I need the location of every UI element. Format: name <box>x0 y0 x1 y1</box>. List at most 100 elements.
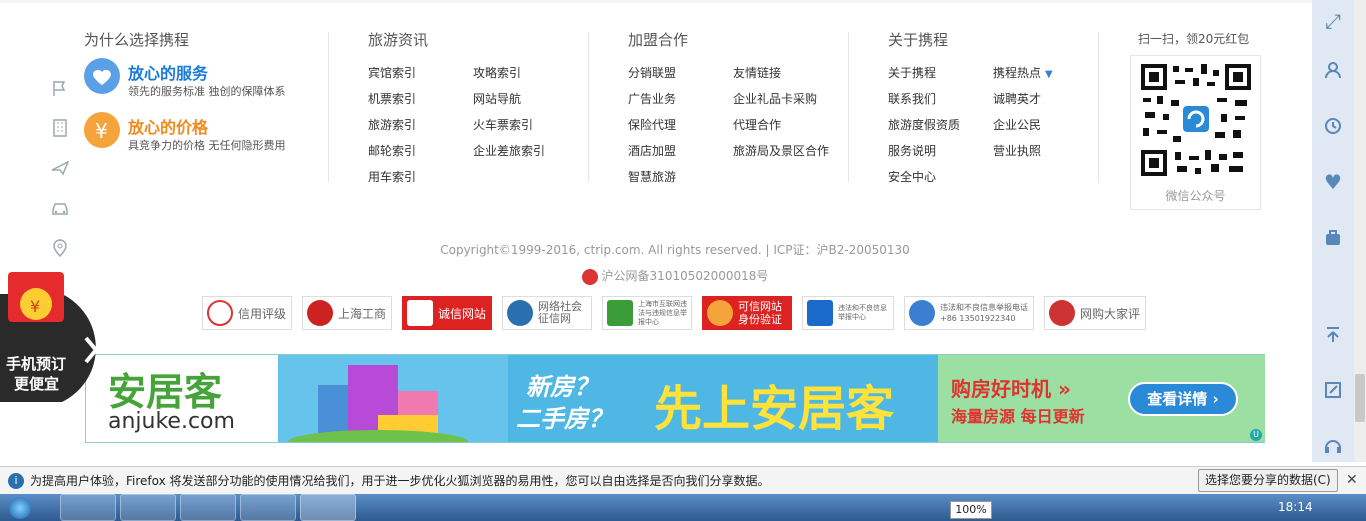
trusted-site-badge[interactable]: 诚信网站 <box>402 296 492 330</box>
column-divider <box>1098 32 1099 182</box>
link-security[interactable]: 安全中心 <box>888 168 936 185</box>
banner-cta-button[interactable]: 查看详情 › <box>1128 382 1238 416</box>
taskbar-eraser-icon[interactable] <box>180 494 236 521</box>
link-qualification[interactable]: 旅游度假资质 <box>888 116 960 133</box>
police-record: 沪公网备31010502000018号 <box>0 267 1350 285</box>
banner-q1: 新房？ <box>526 373 598 401</box>
battery-indicator[interactable]: 100% <box>950 501 992 519</box>
scrollbar-thumb[interactable] <box>1355 374 1365 422</box>
banner-brand-cn: 安居客 <box>108 370 223 414</box>
taskbar-chrome-icon[interactable] <box>120 494 176 521</box>
link-license[interactable]: 营业执照 <box>993 142 1041 159</box>
shield-icon <box>507 300 533 326</box>
svg-text:¥: ¥ <box>30 297 40 316</box>
link-car-index[interactable]: 用车索引 <box>368 168 416 185</box>
about-title: 关于携程 <box>888 31 949 49</box>
expand-icon[interactable]: ⤢ <box>1312 0 1354 42</box>
info-icon: i <box>8 472 24 489</box>
promo-text-2: 更便宜 <box>14 375 60 393</box>
link-tourism-bureau[interactable]: 旅游局及景区合作 <box>733 142 829 159</box>
internet-report-badge[interactable]: 上海市互联网违法与违规信息举报中心 <box>602 296 692 330</box>
link-train-index[interactable]: 火车票索引 <box>473 116 533 133</box>
link-insurance[interactable]: 保险代理 <box>628 116 676 133</box>
link-about-ctrip[interactable]: 关于携程 <box>888 64 936 81</box>
yen-price-icon: ¥ <box>84 112 120 148</box>
link-advertising[interactable]: 广告业务 <box>628 90 676 107</box>
link-agency[interactable]: 代理合作 <box>733 116 781 133</box>
report-hotline-badge[interactable]: 违法和不良信息举报电话 +86 13501922340 <box>904 296 1034 330</box>
promo-text-1: 手机预订 <box>6 355 67 373</box>
flag-icon[interactable] <box>46 68 74 108</box>
start-button-icon[interactable] <box>0 494 40 521</box>
emblem-icon <box>307 300 333 326</box>
user-icon[interactable] <box>1312 42 1354 98</box>
mobile-promo[interactable]: ¥ 手机预订 更便宜 <box>0 272 120 402</box>
link-service-terms[interactable]: 服务说明 <box>888 142 936 159</box>
svg-text:¥: ¥ <box>95 119 108 143</box>
link-guide-index[interactable]: 攻略索引 <box>473 64 521 81</box>
link-flight-index[interactable]: 机票索引 <box>368 90 416 107</box>
link-hotel-index[interactable]: 宾馆索引 <box>368 64 416 81</box>
history-icon[interactable] <box>1312 98 1354 154</box>
notification-text: 为提高用户体验，Firefox 将发送部分功能的使用情况给我们，用于进一步优化火… <box>30 474 770 488</box>
link-site-nav[interactable]: 网站导航 <box>473 90 521 107</box>
credit-network-badge[interactable]: 网络社会征信网 <box>502 296 592 330</box>
verified-site-badge[interactable]: 可信网站身份验证 <box>702 296 792 330</box>
anjuke-banner-ad[interactable]: 安居客 anjuke.com 新房？ 二手房？ 先上安居客 购房好时机 » 海量… <box>85 354 1265 454</box>
banner-tag2: 海量房源 每日更新 <box>951 407 1085 426</box>
link-hot-topics[interactable]: 携程热点 ▼ <box>993 64 1053 81</box>
feedback-edit-icon[interactable] <box>1312 362 1354 418</box>
link-biz-travel-index[interactable]: 企业差旅索引 <box>473 142 545 159</box>
link-cruise-index[interactable]: 邮轮索引 <box>368 142 416 159</box>
top-divider <box>0 0 1312 3</box>
link-affiliate[interactable]: 分销联盟 <box>628 64 676 81</box>
link-careers[interactable]: 诚聘英才 <box>993 90 1041 107</box>
building-icon[interactable] <box>46 108 74 148</box>
link-contact[interactable]: 联系我们 <box>888 90 936 107</box>
taskbar-firefox-icon[interactable] <box>300 494 356 521</box>
firefox-notification-bar: i 为提高用户体验，Firefox 将发送部分功能的使用情况给我们，用于进一步优… <box>0 466 1366 494</box>
left-category-icons <box>46 68 74 268</box>
taskbar-explorer-icon[interactable] <box>60 494 116 521</box>
back-to-top-icon[interactable] <box>1312 306 1354 362</box>
link-gift-card[interactable]: 企业礼品卡采购 <box>733 90 817 107</box>
banner-brand-en: anjuke.com <box>108 409 235 434</box>
close-notification-icon[interactable]: ✕ <box>1346 472 1358 488</box>
hotline-shield-icon <box>909 300 935 326</box>
credit-rating-badge[interactable]: 信用评级 <box>202 296 292 330</box>
shopping-review-badge[interactable]: 网购大家评 <box>1044 296 1146 330</box>
column-divider <box>848 32 849 182</box>
price-title: 放心的价格 <box>128 118 209 137</box>
price-subtitle: 具竞争力的价格 无任何隐形费用 <box>128 139 286 152</box>
ad-info-icon[interactable]: U <box>1250 429 1262 441</box>
trust-icon <box>407 300 433 326</box>
taskbar-photos-icon[interactable] <box>240 494 296 521</box>
illegal-info-badge[interactable]: 违法和不良信息举报中心 <box>802 296 894 330</box>
caret-down-icon: ▼ <box>1045 69 1053 80</box>
taskbar-clock[interactable]: 18:14 <box>1278 500 1313 514</box>
copyright-text: Copyright©1999-2016, ctrip.com. All righ… <box>440 243 910 257</box>
column-divider <box>328 32 329 182</box>
share-data-button[interactable]: 选择您要分享的数据(C) <box>1198 469 1338 492</box>
travel-news-title: 旅游资讯 <box>368 31 429 49</box>
banner-slogan: 先上安居客 <box>654 381 895 437</box>
car-icon[interactable] <box>46 188 74 228</box>
banner-buildings <box>278 355 508 454</box>
plane-icon[interactable] <box>46 148 74 188</box>
right-sidebar: ⤢ ♥ − <box>1312 0 1354 512</box>
heart-service-icon <box>84 58 120 94</box>
verified-icon <box>707 300 733 326</box>
shanghai-ic-badge[interactable]: 上海工商 <box>302 296 392 330</box>
page-scrollbar[interactable] <box>1354 0 1366 462</box>
link-travel-index[interactable]: 旅游索引 <box>368 116 416 133</box>
service-subtitle: 领先的服务标准 独创的保障体系 <box>128 85 286 98</box>
briefcase-icon[interactable] <box>1312 210 1354 266</box>
link-csr[interactable]: 企业公民 <box>993 116 1041 133</box>
qr-code: 微信公众号 <box>1130 55 1261 210</box>
link-smart-travel[interactable]: 智慧旅游 <box>628 168 676 185</box>
credit-seal-icon <box>207 300 233 326</box>
review-emblem-icon <box>1049 300 1075 326</box>
favorite-heart-icon[interactable]: ♥ <box>1312 154 1354 210</box>
link-friend-links[interactable]: 友情链接 <box>733 64 781 81</box>
link-hotel-join[interactable]: 酒店加盟 <box>628 142 676 159</box>
